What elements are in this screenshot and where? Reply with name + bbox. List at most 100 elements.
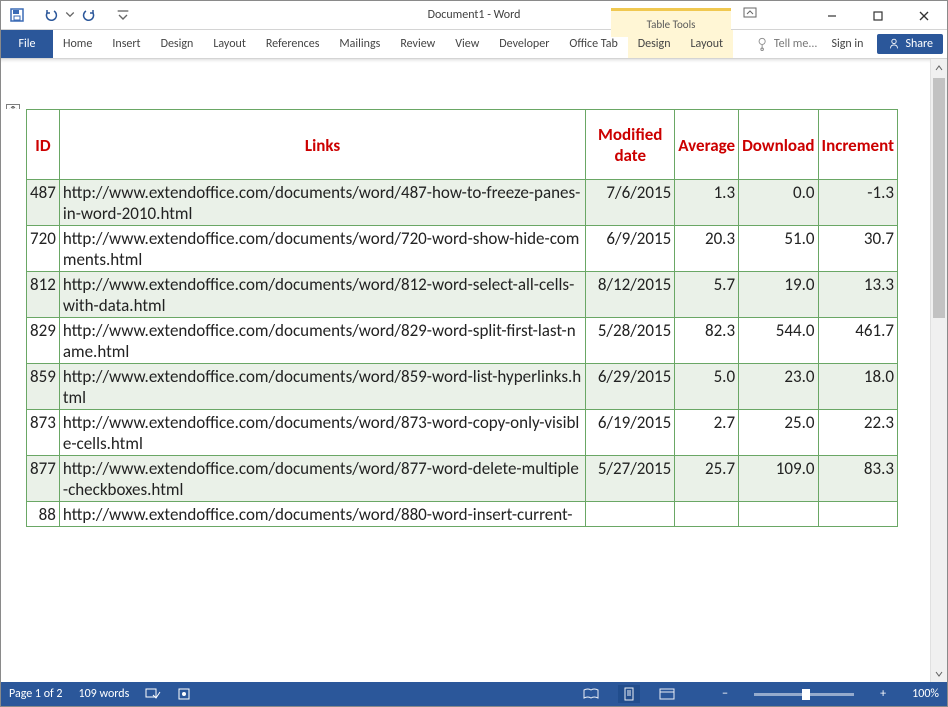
- table-row[interactable]: 877http://www.extendoffice.com/documents…: [27, 456, 898, 502]
- table-cell[interactable]: [586, 502, 675, 527]
- qat-customize-button[interactable]: [111, 3, 135, 27]
- tab-insert[interactable]: Insert: [102, 30, 150, 58]
- page-indicator[interactable]: Page 1 of 2: [9, 687, 63, 701]
- table-tab-layout[interactable]: Layout: [681, 30, 734, 58]
- zoom-level[interactable]: 100%: [912, 687, 939, 701]
- redo-button[interactable]: [77, 3, 101, 27]
- close-button[interactable]: [901, 1, 947, 30]
- spellcheck-icon[interactable]: [145, 687, 161, 701]
- word-count[interactable]: 109 words: [79, 687, 130, 701]
- tab-home[interactable]: Home: [53, 30, 102, 58]
- tab-developer[interactable]: Developer: [489, 30, 559, 58]
- table-cell[interactable]: 0.0: [739, 180, 818, 226]
- table-cell[interactable]: 5.7: [675, 272, 739, 318]
- table-cell[interactable]: 859: [27, 364, 60, 410]
- table-cell[interactable]: http://www.extendoffice.com/documents/wo…: [59, 318, 585, 364]
- tab-office-tab[interactable]: Office Tab: [559, 30, 627, 58]
- scrollbar-thumb[interactable]: [933, 78, 945, 318]
- table-cell[interactable]: 83.3: [818, 456, 897, 502]
- read-mode-icon[interactable]: [580, 685, 602, 703]
- table-cell[interactable]: 812: [27, 272, 60, 318]
- table-cell[interactable]: [675, 502, 739, 527]
- table-cell[interactable]: http://www.extendoffice.com/documents/wo…: [59, 410, 585, 456]
- header-increment[interactable]: Increment: [818, 110, 897, 180]
- table-row[interactable]: 487http://www.extendoffice.com/documents…: [27, 180, 898, 226]
- table-cell[interactable]: http://www.extendoffice.com/documents/wo…: [59, 502, 585, 527]
- table-cell[interactable]: 544.0: [739, 318, 818, 364]
- web-layout-icon[interactable]: [656, 685, 678, 703]
- table-cell[interactable]: 873: [27, 410, 60, 456]
- table-cell[interactable]: 6/19/2015: [586, 410, 675, 456]
- table-cell[interactable]: http://www.extendoffice.com/documents/wo…: [59, 272, 585, 318]
- macro-record-icon[interactable]: [177, 687, 191, 701]
- table-cell[interactable]: 1.3: [675, 180, 739, 226]
- share-button[interactable]: Share: [877, 34, 943, 54]
- table-cell[interactable]: 20.3: [675, 226, 739, 272]
- maximize-button[interactable]: [855, 1, 901, 30]
- table-cell[interactable]: http://www.extendoffice.com/documents/wo…: [59, 456, 585, 502]
- save-button[interactable]: [5, 3, 29, 27]
- zoom-slider[interactable]: [754, 693, 854, 696]
- table-cell[interactable]: 13.3: [818, 272, 897, 318]
- table-row[interactable]: 829http://www.extendoffice.com/documents…: [27, 318, 898, 364]
- table-cell[interactable]: -1.3: [818, 180, 897, 226]
- table-cell[interactable]: 461.7: [818, 318, 897, 364]
- table-row[interactable]: 873http://www.extendoffice.com/documents…: [27, 410, 898, 456]
- table-row[interactable]: 859http://www.extendoffice.com/documents…: [27, 364, 898, 410]
- table-cell[interactable]: 829: [27, 318, 60, 364]
- tab-view[interactable]: View: [445, 30, 489, 58]
- sign-in-link[interactable]: Sign in: [821, 37, 873, 51]
- table-cell[interactable]: [818, 502, 897, 527]
- table-cell[interactable]: 22.3: [818, 410, 897, 456]
- table-cell[interactable]: http://www.extendoffice.com/documents/wo…: [59, 364, 585, 410]
- print-layout-icon[interactable]: [618, 685, 640, 703]
- table-cell[interactable]: 51.0: [739, 226, 818, 272]
- table-row[interactable]: 812http://www.extendoffice.com/documents…: [27, 272, 898, 318]
- header-links[interactable]: Links: [59, 110, 585, 180]
- table-cell[interactable]: 2.7: [675, 410, 739, 456]
- tab-references[interactable]: References: [256, 30, 330, 58]
- file-tab[interactable]: File: [1, 30, 53, 58]
- undo-dropdown[interactable]: [65, 3, 75, 27]
- table-cell[interactable]: 6/9/2015: [586, 226, 675, 272]
- minimize-button[interactable]: [809, 1, 855, 30]
- zoom-slider-knob[interactable]: [802, 689, 810, 700]
- table-cell[interactable]: 7/6/2015: [586, 180, 675, 226]
- table-cell[interactable]: 5/27/2015: [586, 456, 675, 502]
- table-cell[interactable]: 30.7: [818, 226, 897, 272]
- table-cell[interactable]: http://www.extendoffice.com/documents/wo…: [59, 180, 585, 226]
- table-cell[interactable]: 88: [27, 502, 60, 527]
- data-table[interactable]: ID Links Modified date Average Download …: [26, 109, 898, 527]
- table-cell[interactable]: 82.3: [675, 318, 739, 364]
- header-id[interactable]: ID: [27, 110, 60, 180]
- tab-layout[interactable]: Layout: [203, 30, 256, 58]
- header-average[interactable]: Average: [675, 110, 739, 180]
- ribbon-display-options-icon[interactable]: [743, 7, 757, 23]
- table-cell[interactable]: 877: [27, 456, 60, 502]
- table-cell[interactable]: 25.0: [739, 410, 818, 456]
- scroll-down-icon[interactable]: [931, 665, 947, 682]
- table-header-row[interactable]: ID Links Modified date Average Download …: [27, 110, 898, 180]
- table-cell[interactable]: 8/12/2015: [586, 272, 675, 318]
- table-cell[interactable]: 720: [27, 226, 60, 272]
- tab-review[interactable]: Review: [390, 30, 445, 58]
- table-tab-design[interactable]: Design: [628, 30, 681, 58]
- header-download[interactable]: Download: [739, 110, 818, 180]
- table-row[interactable]: 720http://www.extendoffice.com/documents…: [27, 226, 898, 272]
- table-cell[interactable]: 19.0: [739, 272, 818, 318]
- tab-mailings[interactable]: Mailings: [329, 30, 390, 58]
- table-cell[interactable]: 6/29/2015: [586, 364, 675, 410]
- table-row[interactable]: 88http://www.extendoffice.com/documents/…: [27, 502, 898, 527]
- scroll-up-icon[interactable]: [931, 59, 947, 76]
- table-cell[interactable]: 109.0: [739, 456, 818, 502]
- table-cell[interactable]: 23.0: [739, 364, 818, 410]
- zoom-out-button[interactable]: −: [718, 687, 732, 701]
- vertical-scrollbar[interactable]: [930, 59, 947, 682]
- table-cell[interactable]: http://www.extendoffice.com/documents/wo…: [59, 226, 585, 272]
- table-cell[interactable]: [739, 502, 818, 527]
- table-cell[interactable]: 5/28/2015: [586, 318, 675, 364]
- table-cell[interactable]: 5.0: [675, 364, 739, 410]
- zoom-in-button[interactable]: +: [876, 687, 890, 701]
- tab-design[interactable]: Design: [151, 30, 204, 58]
- table-cell[interactable]: 487: [27, 180, 60, 226]
